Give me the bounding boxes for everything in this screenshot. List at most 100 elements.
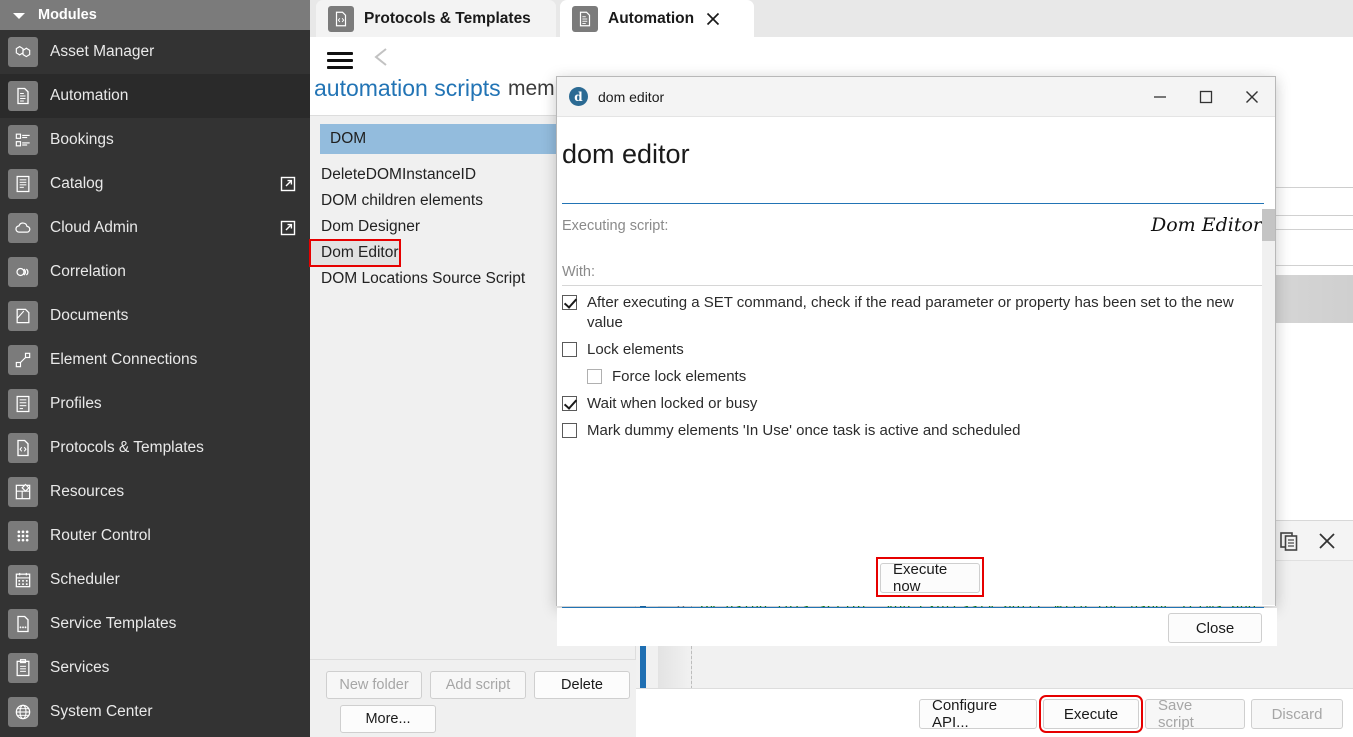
dialog-title-text: dom editor xyxy=(598,88,665,105)
profiles-icon xyxy=(8,389,38,419)
option-row[interactable]: Lock elements xyxy=(562,340,1262,360)
back-arrow-icon[interactable] xyxy=(368,45,396,69)
option-label: Wait when locked or busy xyxy=(587,394,758,412)
sidebar-item-label: Catalog xyxy=(50,175,104,192)
sidebar-item-label: Documents xyxy=(50,307,129,324)
with-label: With: xyxy=(562,264,596,280)
sidebar-item-label: System Center xyxy=(50,703,153,720)
toolbar xyxy=(310,37,1353,75)
hamburger-menu-icon[interactable] xyxy=(324,45,356,69)
scrollbar-thumb[interactable] xyxy=(1262,209,1275,241)
list-item[interactable]: Dom Editor xyxy=(309,239,401,267)
sidebar-item-label: Asset Manager xyxy=(50,43,155,60)
sidebar: Modules Asset Manager Automation Bookings C… xyxy=(0,0,310,737)
documents-icon xyxy=(8,301,38,331)
option-label: After executing a SET command, check if … xyxy=(587,294,1234,331)
router-control-icon xyxy=(8,521,38,551)
minimize-icon[interactable] xyxy=(1137,77,1183,117)
option-row[interactable]: Wait when locked or busy xyxy=(562,394,1262,414)
app-icon: d xyxy=(569,87,588,106)
execute-now-wrapper: Execute now xyxy=(876,557,984,597)
maximize-icon[interactable] xyxy=(1183,77,1229,117)
copy-icon[interactable] xyxy=(1277,529,1301,553)
sidebar-item-element-connections[interactable]: Element Connections xyxy=(0,338,310,382)
option-label: Force lock elements xyxy=(612,367,747,385)
correlation-icon xyxy=(8,257,38,287)
external-link-icon[interactable] xyxy=(280,176,296,192)
sidebar-item-router-control[interactable]: Router Control xyxy=(0,514,310,558)
service-templates-icon xyxy=(8,609,38,639)
asset-manager-icon xyxy=(8,37,38,67)
option-checkbox-list: After executing a SET command, check if … xyxy=(562,293,1262,448)
tab-automation[interactable]: Automation xyxy=(560,0,754,37)
page-subtitle: mem xyxy=(508,77,555,100)
sidebar-item-label: Bookings xyxy=(50,131,114,148)
sidebar-item-bookings[interactable]: Bookings xyxy=(0,118,310,162)
dialog-title-bar[interactable]: d dom editor xyxy=(557,77,1275,117)
option-label: Lock elements xyxy=(587,340,684,358)
option-row[interactable]: Force lock elements xyxy=(587,367,1262,387)
sidebar-item-automation[interactable]: Automation xyxy=(0,74,310,118)
app-root: Modules Asset Manager Automation Bookings C… xyxy=(0,0,1353,737)
tab-label: Automation xyxy=(608,9,695,27)
element-connections-icon xyxy=(8,345,38,375)
sidebar-header[interactable]: Modules xyxy=(0,0,310,30)
option-row[interactable]: After executing a SET command, check if … xyxy=(562,293,1262,333)
sidebar-item-resources[interactable]: Resources xyxy=(0,470,310,514)
dialog-close-icon[interactable] xyxy=(1229,77,1275,117)
system-center-icon xyxy=(8,697,38,727)
sidebar-item-label: Correlation xyxy=(50,263,126,280)
executing-script-label: Executing script: xyxy=(562,218,669,234)
dom-editor-dialog: d dom editor dom editor Executing script… xyxy=(556,76,1277,646)
checkbox[interactable] xyxy=(562,395,577,411)
sidebar-item-cloud-admin[interactable]: Cloud Admin xyxy=(0,206,310,250)
configure-api-button[interactable]: Configure API... xyxy=(919,697,1037,731)
services-icon xyxy=(8,653,38,683)
collapse-caret-icon[interactable] xyxy=(0,11,38,19)
sidebar-item-correlation[interactable]: Correlation xyxy=(0,250,310,294)
sidebar-item-label: Resources xyxy=(50,483,125,500)
sidebar-item-catalog[interactable]: Catalog xyxy=(0,162,310,206)
automation-icon xyxy=(8,81,38,111)
tab-label: Protocols & Templates xyxy=(364,9,531,27)
option-row[interactable]: Mark dummy elements 'In Use' once task i… xyxy=(562,421,1262,441)
checkbox[interactable] xyxy=(587,368,602,384)
external-link-icon[interactable] xyxy=(280,220,296,236)
sidebar-item-label: Automation xyxy=(50,87,129,104)
dialog-heading-rule xyxy=(562,203,1264,204)
sidebar-item-documents[interactable]: Documents xyxy=(0,294,310,338)
with-rule xyxy=(562,285,1264,286)
cloud-icon xyxy=(8,213,38,243)
close-button[interactable]: Close xyxy=(1168,613,1262,643)
sidebar-item-protocols-templates[interactable]: Protocols & Templates xyxy=(0,426,310,470)
execute-button[interactable]: Execute xyxy=(1039,695,1143,733)
new-folder-button[interactable]: New folder xyxy=(326,671,422,699)
dialog-scrollbar[interactable] xyxy=(1262,209,1275,605)
sidebar-item-profiles[interactable]: Profiles xyxy=(0,382,310,426)
automation-icon xyxy=(572,5,598,32)
close-icon[interactable] xyxy=(1315,529,1339,553)
add-script-button[interactable]: Add script xyxy=(430,671,526,699)
checkbox[interactable] xyxy=(562,422,577,438)
catalog-icon xyxy=(8,169,38,199)
sidebar-item-services[interactable]: Services xyxy=(0,646,310,690)
sidebar-item-label: Element Connections xyxy=(50,351,198,368)
tab-close-icon[interactable] xyxy=(704,10,722,28)
bookings-icon xyxy=(8,125,38,155)
dialog-body: dom editor Executing script: Dom Editor … xyxy=(557,117,1277,646)
execute-now-button[interactable]: Execute now xyxy=(880,561,980,595)
option-label: Mark dummy elements 'In Use' once task i… xyxy=(587,421,1021,439)
sidebar-item-service-templates[interactable]: Service Templates xyxy=(0,602,310,646)
delete-button[interactable]: Delete xyxy=(534,671,630,699)
tab-protocols-templates[interactable]: Protocols & Templates xyxy=(316,0,556,37)
discard-button[interactable]: Discard xyxy=(1251,699,1343,729)
sidebar-item-system-center[interactable]: System Center xyxy=(0,690,310,734)
sidebar-item-asset-manager[interactable]: Asset Manager xyxy=(0,30,310,74)
checkbox[interactable] xyxy=(562,341,577,357)
sidebar-item-label: Profiles xyxy=(50,395,102,412)
more-button[interactable]: More... xyxy=(340,705,436,733)
save-script-button[interactable]: Save script xyxy=(1145,697,1245,731)
checkbox[interactable] xyxy=(562,295,577,310)
sidebar-item-label: Router Control xyxy=(50,527,151,544)
sidebar-item-scheduler[interactable]: Scheduler xyxy=(0,558,310,602)
